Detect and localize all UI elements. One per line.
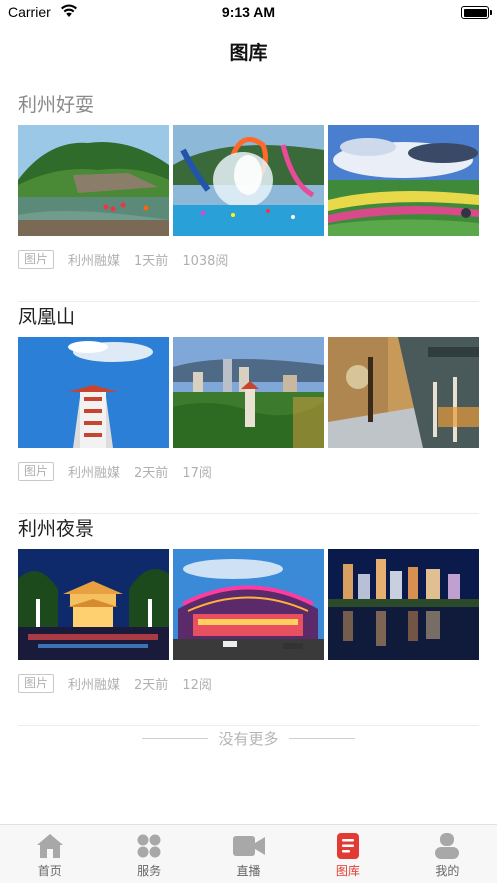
- read-count: 1038阅: [182, 253, 229, 269]
- thumbnail-stadium-night[interactable]: [173, 549, 324, 660]
- time-label: 1天前: [134, 253, 169, 269]
- thumbnail-tower[interactable]: [18, 337, 169, 448]
- tab-home[interactable]: 首页: [0, 825, 99, 883]
- home-icon: [36, 834, 63, 858]
- thumbnail-river-valley[interactable]: [18, 125, 169, 236]
- tab-live[interactable]: 直播: [199, 825, 298, 883]
- tab-gallery[interactable]: 图库: [298, 825, 397, 883]
- source-label: 利州融媒: [68, 465, 121, 481]
- status-bar: Carrier 9:13 AM: [0, 0, 497, 26]
- thumbnail-flower-field[interactable]: [328, 125, 479, 236]
- time-label: 2天前: [134, 465, 169, 481]
- read-count: 17阅: [182, 465, 212, 481]
- album-title: 利州夜景: [18, 518, 95, 540]
- no-more-indicator: 没有更多: [0, 726, 497, 750]
- person-icon: [435, 833, 460, 859]
- video-camera-icon: [232, 836, 265, 856]
- divider-line: [288, 737, 355, 739]
- album-card[interactable]: 利州夜景 图片 利州融媒 2天前 12阅: [18, 514, 479, 726]
- album-list: 利州好耍 图片 利州融媒 1天前 1038阅 凤凰山 图片 利州融媒 2天前 1…: [18, 90, 479, 726]
- category-tag: 图片: [18, 249, 55, 269]
- tab-label: 直播: [236, 864, 261, 878]
- album-title: 利州好耍: [18, 94, 95, 116]
- thumbnail-city-lights[interactable]: [328, 549, 479, 660]
- album-thumbnails: [18, 337, 479, 448]
- source-label: 利州融媒: [68, 253, 121, 269]
- gallery-icon: [336, 833, 359, 859]
- album-thumbnails: [18, 549, 479, 660]
- album-thumbnails: [18, 125, 479, 236]
- time-label: 2天前: [134, 677, 169, 693]
- tab-label: 图库: [335, 864, 360, 878]
- read-count: 12阅: [182, 677, 212, 693]
- tab-services[interactable]: 服务: [99, 825, 198, 883]
- thumbnail-water-park[interactable]: [173, 125, 324, 236]
- category-tag: 图片: [18, 673, 55, 693]
- category-tag: 图片: [18, 461, 55, 481]
- thumbnail-night-pavilion[interactable]: [18, 549, 169, 660]
- tab-label: 首页: [37, 864, 62, 878]
- album-card[interactable]: 利州好耍 图片 利州融媒 1天前 1038阅: [18, 90, 479, 302]
- divider-line: [142, 737, 209, 739]
- tab-mine[interactable]: 我的: [398, 825, 497, 883]
- tab-label: 服务: [137, 864, 162, 878]
- thumbnail-corridor-sunset[interactable]: [328, 337, 479, 448]
- page-title: 图库: [229, 42, 268, 64]
- source-label: 利州融媒: [68, 677, 121, 693]
- tab-bar: 首页 服务 直播 图库 我的: [0, 824, 497, 883]
- album-title: 凤凰山: [18, 306, 76, 328]
- no-more-label: 没有更多: [218, 729, 279, 748]
- grid-icon: [137, 834, 161, 858]
- album-meta: 图片 利州融媒 2天前 17阅: [18, 460, 479, 482]
- tab-label: 我的: [435, 864, 460, 878]
- album-meta: 图片 利州融媒 2天前 12阅: [18, 672, 479, 694]
- album-card[interactable]: 凤凰山 图片 利州融媒 2天前 17阅: [18, 302, 479, 514]
- album-meta: 图片 利州融媒 1天前 1038阅: [18, 248, 479, 270]
- battery-icon: [461, 6, 492, 19]
- thumbnail-city-view[interactable]: [173, 337, 324, 448]
- clock: 9:13 AM: [221, 4, 276, 20]
